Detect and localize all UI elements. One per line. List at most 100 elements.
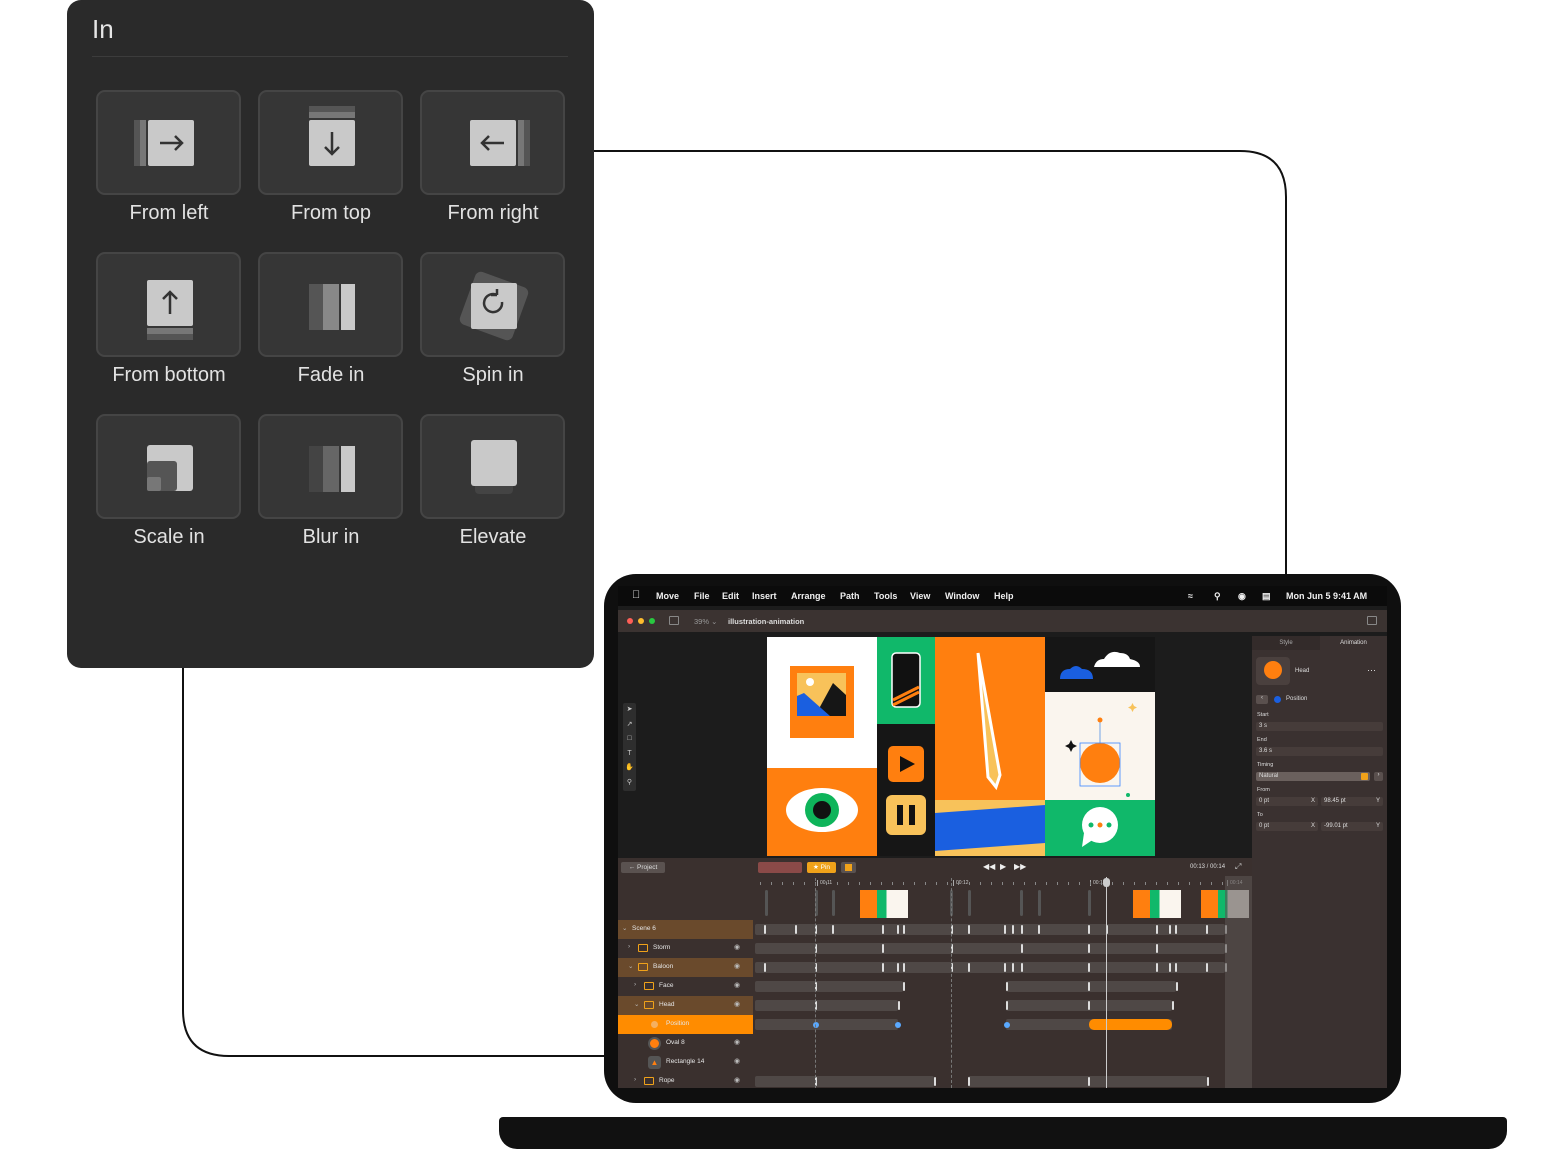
fast-forward-button[interactable]: ▶▶ [1014, 862, 1026, 871]
tab-style[interactable]: Style [1252, 636, 1320, 650]
track-bar[interactable] [755, 1000, 898, 1011]
keyframe-tick[interactable] [903, 963, 905, 972]
visibility-eye-icon[interactable]: ◉ [734, 981, 740, 989]
keyframe-tick[interactable] [1088, 925, 1090, 934]
timing-select[interactable]: Natural [1256, 772, 1370, 781]
keyframe-tick[interactable] [1004, 963, 1006, 972]
end-field[interactable]: 3.6 s [1256, 747, 1383, 756]
track-bar[interactable] [755, 1076, 934, 1087]
canvas-artwork[interactable] [767, 637, 1155, 856]
visibility-eye-icon[interactable]: ◉ [734, 1038, 740, 1046]
preset-from-top-button[interactable] [258, 90, 403, 195]
keyframe-tick[interactable] [1088, 963, 1090, 972]
start-field[interactable]: 3 s [1256, 722, 1383, 731]
disclosure-chevron-icon[interactable]: ⌄ [628, 962, 633, 970]
layer-row[interactable]: › Face ◉ [618, 977, 753, 996]
preset-elevate-button[interactable] [420, 414, 565, 519]
keyframe-tick[interactable] [882, 944, 884, 953]
rewind-button[interactable]: ◀◀ [983, 862, 995, 871]
preset-from-bottom-button[interactable] [96, 252, 241, 357]
track-bar[interactable] [1006, 981, 1176, 992]
visibility-eye-icon[interactable]: ◉ [734, 1057, 740, 1065]
keyframe-tick[interactable] [1006, 1001, 1008, 1010]
layer-row[interactable]: ⌄ Head ◉ [618, 996, 753, 1015]
expand-icon[interactable]: ⤢ [1235, 862, 1241, 872]
keyframe-tick[interactable] [1169, 925, 1171, 934]
keyframe-tick[interactable] [898, 1001, 900, 1010]
track-bar[interactable] [755, 962, 1225, 973]
pin-button[interactable]: ★ Pin [807, 862, 836, 873]
menu-move[interactable]: Move [656, 591, 679, 601]
visibility-eye-icon[interactable]: ◉ [734, 943, 740, 951]
disclosure-chevron-icon[interactable]: › [634, 1076, 636, 1083]
frame-thumbnail[interactable] [860, 890, 908, 918]
menu-tools[interactable]: Tools [874, 591, 897, 601]
frame-thumbnail[interactable] [1133, 890, 1181, 918]
track-bar[interactable] [755, 981, 903, 992]
preset-from-right-button[interactable] [420, 90, 565, 195]
text-tool-icon[interactable]: T [623, 747, 636, 762]
to-y-field[interactable]: -99.01 pt Y [1321, 822, 1383, 831]
playhead-handle[interactable] [1103, 878, 1110, 887]
keyframe-tick[interactable] [1156, 925, 1158, 934]
keyframe-tick[interactable] [795, 925, 797, 934]
keyframe-tick[interactable] [1175, 963, 1177, 972]
playhead[interactable] [1106, 877, 1107, 1088]
layer-row[interactable]: ⌄ Scene 6 [618, 920, 753, 939]
hand-tool-icon[interactable]: ✋ [623, 761, 636, 776]
minimize-button[interactable] [638, 618, 644, 624]
keyframe-tick[interactable] [1004, 925, 1006, 934]
layer-row[interactable]: › Storm ◉ [618, 939, 753, 958]
from-y-field[interactable]: 98.45 pt Y [1321, 797, 1383, 806]
keyframe-tick[interactable] [1038, 925, 1040, 934]
preset-scale-in-button[interactable] [96, 414, 241, 519]
back-button[interactable]: ‹ [1256, 695, 1268, 704]
menu-insert[interactable]: Insert [752, 591, 777, 601]
search-icon[interactable]: ⚲ [1214, 591, 1221, 602]
keyframe-tick[interactable] [1021, 963, 1023, 972]
rectangle-tool-icon[interactable]: □ [623, 732, 636, 747]
keyframe-tick[interactable] [1175, 925, 1177, 934]
more-options-icon[interactable]: ⋯ [1367, 665, 1376, 676]
keyframe-tick[interactable] [1156, 963, 1158, 972]
select-tool-icon[interactable]: ➤ [623, 703, 636, 718]
disclosure-chevron-icon[interactable]: › [634, 981, 636, 988]
to-x-field[interactable]: 0 pt X [1256, 822, 1318, 831]
keyframe-tick[interactable] [1169, 963, 1171, 972]
wifi-icon[interactable]: ≈ [1188, 591, 1193, 601]
keyframe-tick[interactable] [1156, 944, 1158, 953]
selected-animation-bar[interactable] [1089, 1019, 1172, 1030]
keyframe-tick[interactable] [968, 1077, 970, 1086]
control-center-icon[interactable]: ▤ [1262, 591, 1271, 602]
keyframe-dot[interactable] [895, 1022, 901, 1028]
preset-fade-in-button[interactable] [258, 252, 403, 357]
keyframe-tick[interactable] [1088, 944, 1090, 953]
from-x-field[interactable]: 0 pt X [1256, 797, 1318, 806]
preset-spin-in-button[interactable] [420, 252, 565, 357]
menu-help[interactable]: Help [994, 591, 1014, 601]
keyframe-tick[interactable] [882, 963, 884, 972]
keyframe-tick[interactable] [1012, 963, 1014, 972]
track-bar[interactable] [755, 1019, 898, 1030]
visibility-eye-icon[interactable]: ◉ [734, 1000, 740, 1008]
maximize-button[interactable] [649, 618, 655, 624]
close-button[interactable] [627, 618, 633, 624]
layer-row[interactable]: › Rope ◉ [618, 1072, 753, 1088]
keyframe-tick[interactable] [882, 925, 884, 934]
keyframe-tick[interactable] [897, 925, 899, 934]
keyframe-tick[interactable] [903, 925, 905, 934]
menu-arrange[interactable]: Arrange [791, 591, 826, 601]
sidebar-toggle-icon[interactable] [669, 616, 679, 625]
back-to-project-button[interactable]: ← Project [621, 862, 665, 873]
keyframe-tick[interactable] [934, 1077, 936, 1086]
zoom-tool-icon[interactable]: ⚲ [623, 776, 636, 791]
keyframe-tick[interactable] [968, 963, 970, 972]
track-bar[interactable] [755, 943, 1225, 954]
menu-path[interactable]: Path [840, 591, 860, 601]
record-button[interactable] [758, 862, 802, 873]
pin-options-button[interactable] [841, 862, 856, 873]
keyframe-tick[interactable] [1172, 1001, 1174, 1010]
keyframe-tick[interactable] [897, 963, 899, 972]
timing-detail-button[interactable]: › [1374, 772, 1383, 781]
keyframe-tick[interactable] [1021, 925, 1023, 934]
